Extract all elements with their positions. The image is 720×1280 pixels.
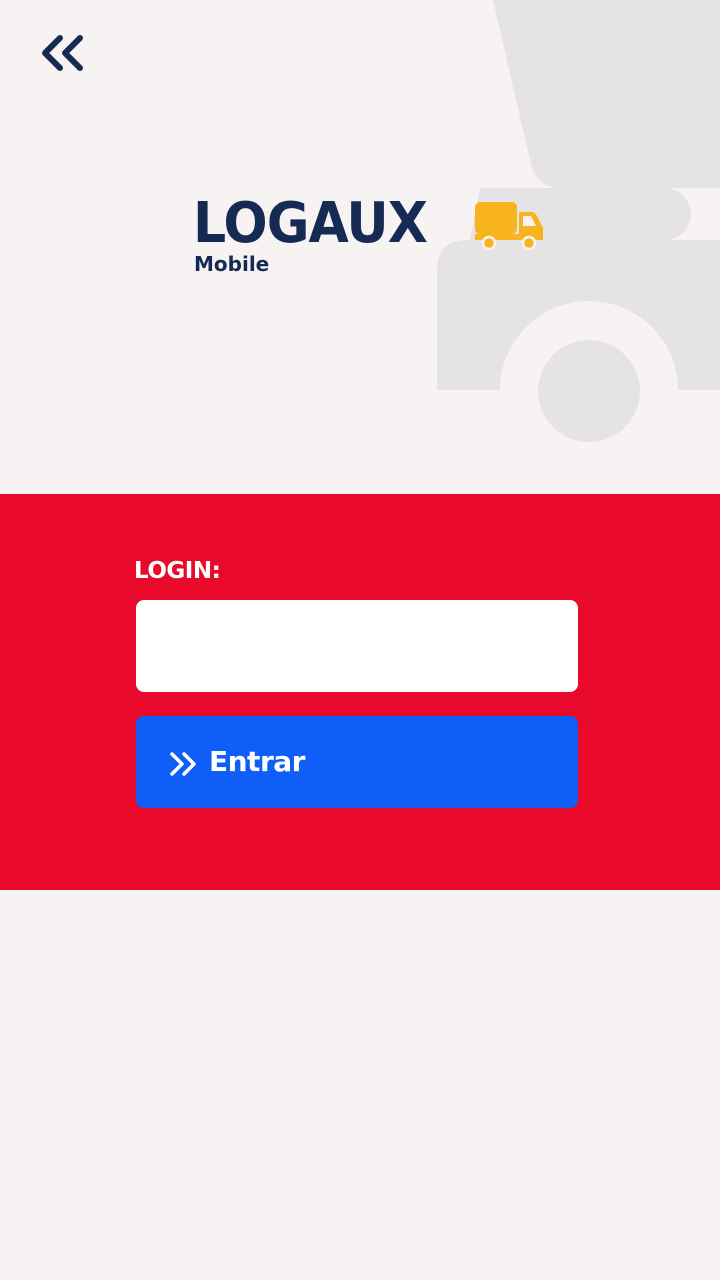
back-button[interactable] (36, 28, 92, 80)
logo-wordmark: LOGAUX (193, 191, 428, 256)
login-panel (0, 494, 720, 890)
enter-button-label: Entrar (209, 745, 305, 778)
login-label: LOGIN: (134, 558, 221, 584)
delivery-truck-icon (475, 202, 543, 250)
logaux-logo: LOGAUX Mobile (193, 196, 553, 280)
login-input[interactable] (136, 600, 578, 692)
double-chevron-right-icon (168, 751, 198, 777)
double-chevron-left-icon (42, 35, 83, 71)
enter-button[interactable]: Entrar (136, 716, 578, 808)
logo-subtitle: Mobile (194, 252, 270, 276)
